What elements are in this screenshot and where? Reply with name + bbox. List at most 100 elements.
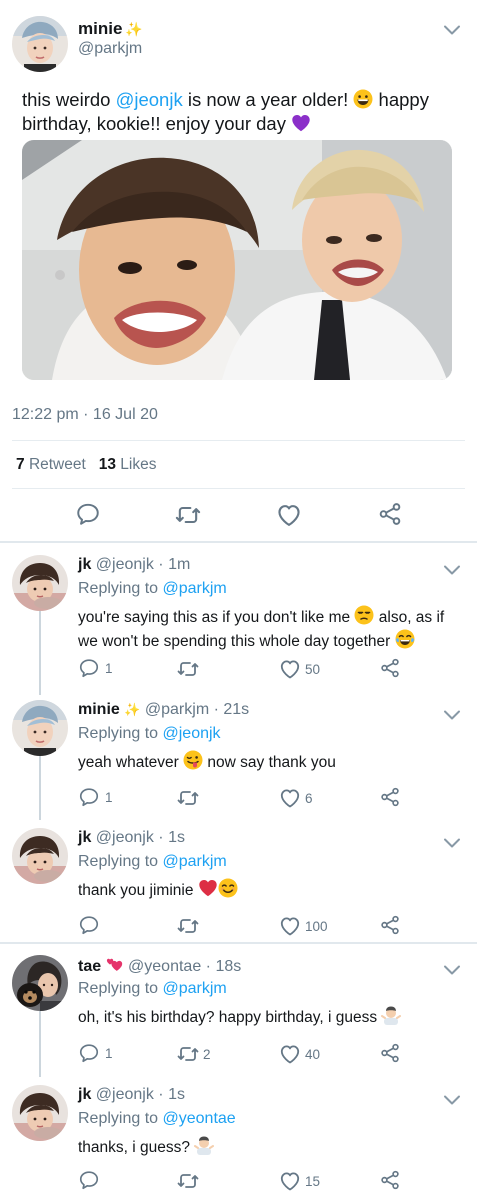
reply-tweet[interactable]: jk @jeonjk · 1m Replying to @parkjm you'… — [0, 545, 477, 695]
like-button[interactable]: 6 — [278, 786, 313, 810]
user-handle[interactable]: @jeonjk — [96, 556, 154, 573]
replying-to-label: Replying to — [78, 725, 159, 742]
reply-button[interactable] — [78, 914, 105, 936]
more-options-chevron-down-icon[interactable] — [443, 1094, 461, 1106]
reply-button[interactable]: 1 — [78, 657, 113, 679]
purple-heart-emoji-icon — [291, 113, 311, 133]
display-name[interactable]: minie ✨ — [78, 19, 143, 39]
retweet-button[interactable] — [176, 1169, 203, 1193]
retweet-button[interactable] — [176, 657, 203, 681]
more-options-chevron-down-icon[interactable] — [443, 709, 461, 721]
reply-button[interactable]: 1 — [78, 786, 113, 808]
tweet-action-bar — [0, 497, 477, 533]
display-name[interactable]: jk — [78, 556, 91, 573]
avatar[interactable] — [12, 700, 68, 756]
retweet-icon — [176, 657, 200, 681]
avatar[interactable] — [12, 1085, 68, 1141]
avatar[interactable] — [12, 828, 68, 884]
reply-header: tae @yeontae · 18s — [78, 956, 241, 976]
retweet-count: 2 — [203, 1046, 211, 1062]
reply-text-part: you're saying this as if you don't like … — [78, 609, 355, 626]
tweet-photo[interactable] — [22, 140, 452, 380]
avatar[interactable] — [12, 16, 68, 72]
display-name[interactable]: jk — [78, 1086, 91, 1103]
like-button[interactable]: 15 — [278, 1169, 320, 1193]
share-icon — [379, 786, 401, 808]
display-name[interactable]: tae — [78, 958, 101, 975]
likes-stat[interactable]: 13 Likes — [99, 456, 157, 473]
avatar[interactable] — [12, 955, 68, 1011]
heart-icon — [278, 786, 302, 810]
more-options-chevron-down-icon[interactable] — [443, 837, 461, 849]
user-handle[interactable]: @jeonjk — [96, 1086, 154, 1103]
retweet-stat[interactable]: 7 Retweet — [16, 456, 86, 473]
user-handle[interactable]: @jeonjk — [96, 829, 154, 846]
reply-time: · 18s — [205, 958, 242, 975]
mention-link[interactable]: @jeonjk — [116, 89, 183, 110]
mention-link[interactable]: @parkjm — [163, 853, 227, 870]
speech-bubble-icon — [78, 657, 100, 679]
share-button[interactable] — [379, 1169, 401, 1191]
reply-tweet[interactable]: tae @yeontae · 18s Replying to @parkjm o… — [0, 945, 477, 1077]
share-button[interactable] — [377, 501, 403, 527]
reply-button[interactable]: 1 — [78, 1042, 113, 1064]
jk-avatar-image — [12, 555, 68, 611]
sparkles-icon: ✨ — [125, 21, 143, 37]
reply-time: · 1s — [158, 829, 185, 846]
avatar[interactable] — [12, 555, 68, 611]
minie-avatar-image — [12, 700, 68, 756]
display-name[interactable]: minie — [78, 701, 120, 718]
more-options-chevron-down-icon[interactable] — [443, 964, 461, 976]
share-button[interactable] — [379, 914, 401, 936]
engagement-stats: 7 Retweet 13 Likes — [16, 456, 156, 474]
mention-link[interactable]: @parkjm — [163, 980, 227, 997]
reply-text-part: oh, it's his birthday? happy birthday, i… — [78, 1009, 382, 1026]
mention-link[interactable]: @jeonjk — [163, 725, 221, 742]
reply-count: 1 — [105, 1045, 113, 1061]
section-divider — [0, 541, 477, 543]
like-button[interactable]: 50 — [278, 657, 320, 681]
user-handle[interactable]: @parkjm — [145, 701, 209, 718]
reply-text: thank you jiminie — [78, 878, 463, 902]
retweet-button[interactable] — [176, 914, 203, 938]
replying-to: Replying to @jeonjk — [78, 725, 221, 743]
tae-avatar-image — [12, 955, 68, 1011]
jk-avatar-image — [12, 1085, 68, 1141]
retweet-button[interactable] — [176, 786, 203, 810]
reply-text: oh, it's his birthday? happy birthday, i… — [78, 1005, 463, 1029]
reply-tweet[interactable]: jk @jeonjk · 1s Replying to @yeontae tha… — [0, 1075, 477, 1200]
reply-tweet[interactable]: minie ✨ @parkjm · 21s Replying to @jeonj… — [0, 690, 477, 820]
reply-tweet[interactable]: jk @jeonjk · 1s Replying to @parkjm than… — [0, 818, 477, 940]
reply-count: 1 — [105, 660, 113, 676]
user-handle[interactable]: @yeontae — [128, 958, 201, 975]
like-button[interactable]: 40 — [278, 1042, 320, 1066]
retweet-icon — [176, 786, 200, 810]
share-button[interactable] — [379, 786, 401, 808]
retweet-button[interactable] — [174, 501, 202, 529]
reply-header: jk @jeonjk · 1s — [78, 1086, 185, 1104]
share-button[interactable] — [379, 1042, 401, 1064]
tweet-timestamp[interactable]: 12:22 pm · 16 Jul 20 — [12, 406, 158, 424]
reply-button[interactable] — [78, 1169, 105, 1191]
tweet-text-part: this weirdo — [22, 89, 116, 110]
reply-time: · 1s — [158, 1086, 185, 1103]
like-button[interactable] — [275, 501, 303, 529]
mention-link[interactable]: @yeontae — [163, 1110, 236, 1127]
user-handle[interactable]: @parkjm — [78, 40, 142, 58]
tweet-text-part: is now a year older! — [182, 89, 354, 110]
tears-of-joy-emoji-icon — [395, 629, 415, 649]
heart-icon — [278, 1042, 302, 1066]
more-options-chevron-down-icon[interactable] — [443, 564, 461, 576]
display-name[interactable]: jk — [78, 829, 91, 846]
revolving-hearts-emoji-icon — [106, 956, 124, 974]
more-options-chevron-down-icon[interactable] — [443, 24, 461, 36]
like-button[interactable]: 100 — [278, 914, 328, 938]
share-button[interactable] — [379, 657, 401, 679]
jk-avatar-image — [12, 828, 68, 884]
mention-link[interactable]: @parkjm — [163, 580, 227, 597]
reply-header: minie ✨ @parkjm · 21s — [78, 701, 249, 719]
heart-icon — [278, 1169, 302, 1193]
reply-button[interactable] — [75, 501, 101, 527]
reply-text-part: now say thank you — [203, 754, 336, 771]
retweet-button[interactable]: 2 — [176, 1042, 211, 1066]
